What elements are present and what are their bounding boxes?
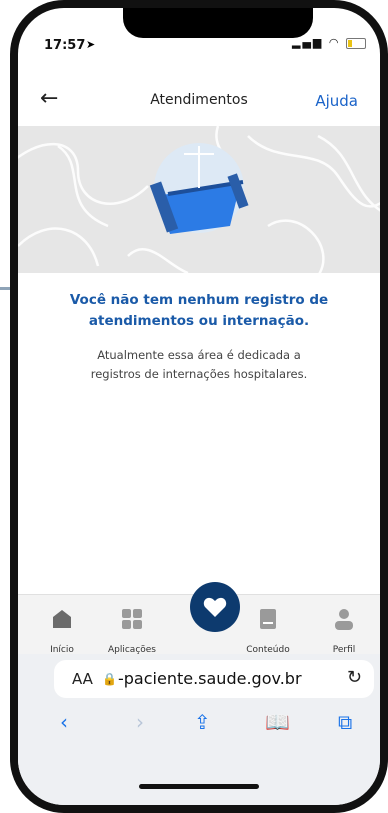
bookmarks-icon[interactable]: 📖 (265, 710, 290, 734)
tab-perfil[interactable]: Perfil (308, 595, 380, 656)
description-line-2: registros de internações hospitalares. (90, 367, 308, 381)
grid-icon (122, 609, 142, 629)
person-icon (335, 609, 353, 630)
signal-icon: ▂▄▆ (292, 36, 324, 49)
share-icon[interactable]: ⇪ (194, 710, 211, 734)
wifi-icon: ◠ (328, 36, 341, 49)
health-fab-button[interactable] (190, 582, 240, 632)
home-icon (53, 610, 71, 628)
phone-frame: 17:57 ➤ ▂▄▆ ◠ ← Atendimentos Ajuda Você … (10, 0, 388, 813)
empty-state-heading: Você não tem nenhum registro de atendime… (38, 290, 360, 332)
book-icon (260, 609, 276, 629)
heart-icon (203, 597, 227, 617)
tab-conteudo[interactable]: Conteúdo (232, 595, 304, 656)
back-icon[interactable]: ‹ (60, 710, 68, 734)
safari-toolbar: AA 🔒 -paciente.saude.gov.br ↻ ‹ › ⇪ 📖 ⧉ (18, 654, 380, 805)
heading-line-1: Você não tem nenhum registro de (69, 292, 329, 308)
hero-pattern (18, 126, 380, 273)
url-text[interactable]: -paciente.saude.gov.br (118, 669, 302, 688)
app-header: ← Atendimentos Ajuda (18, 86, 380, 126)
home-indicator (139, 784, 259, 789)
status-time: 17:57 (44, 38, 86, 53)
empty-state-description: Atualmente essa área é dedicada a regist… (38, 346, 360, 384)
bed-illustration (149, 143, 249, 234)
tab-inicio[interactable]: Início (26, 595, 98, 656)
forward-icon[interactable]: › (136, 710, 144, 734)
tab-aplicacoes[interactable]: Aplicações (96, 595, 168, 656)
address-bar[interactable]: AA 🔒 -paciente.saude.gov.br ↻ (54, 660, 374, 698)
reader-settings-button[interactable]: AA (72, 670, 93, 688)
lock-icon: 🔒 (102, 672, 117, 686)
screen: 17:57 ➤ ▂▄▆ ◠ ← Atendimentos Ajuda Você … (18, 8, 380, 805)
notch (123, 8, 313, 38)
reload-icon[interactable]: ↻ (347, 667, 362, 688)
battery-icon (346, 37, 366, 49)
status-bar: 17:57 ➤ ▂▄▆ ◠ (18, 8, 380, 53)
location-icon: ➤ (86, 38, 96, 51)
help-link[interactable]: Ajuda (315, 92, 358, 110)
tabs-icon[interactable]: ⧉ (338, 710, 352, 734)
hero-illustration (18, 126, 380, 273)
description-line-1: Atualmente essa área é dedicada a (97, 348, 301, 362)
heading-line-2: atendimentos ou internação. (88, 313, 310, 329)
system-icons: ▂▄▆ ◠ (292, 36, 366, 49)
